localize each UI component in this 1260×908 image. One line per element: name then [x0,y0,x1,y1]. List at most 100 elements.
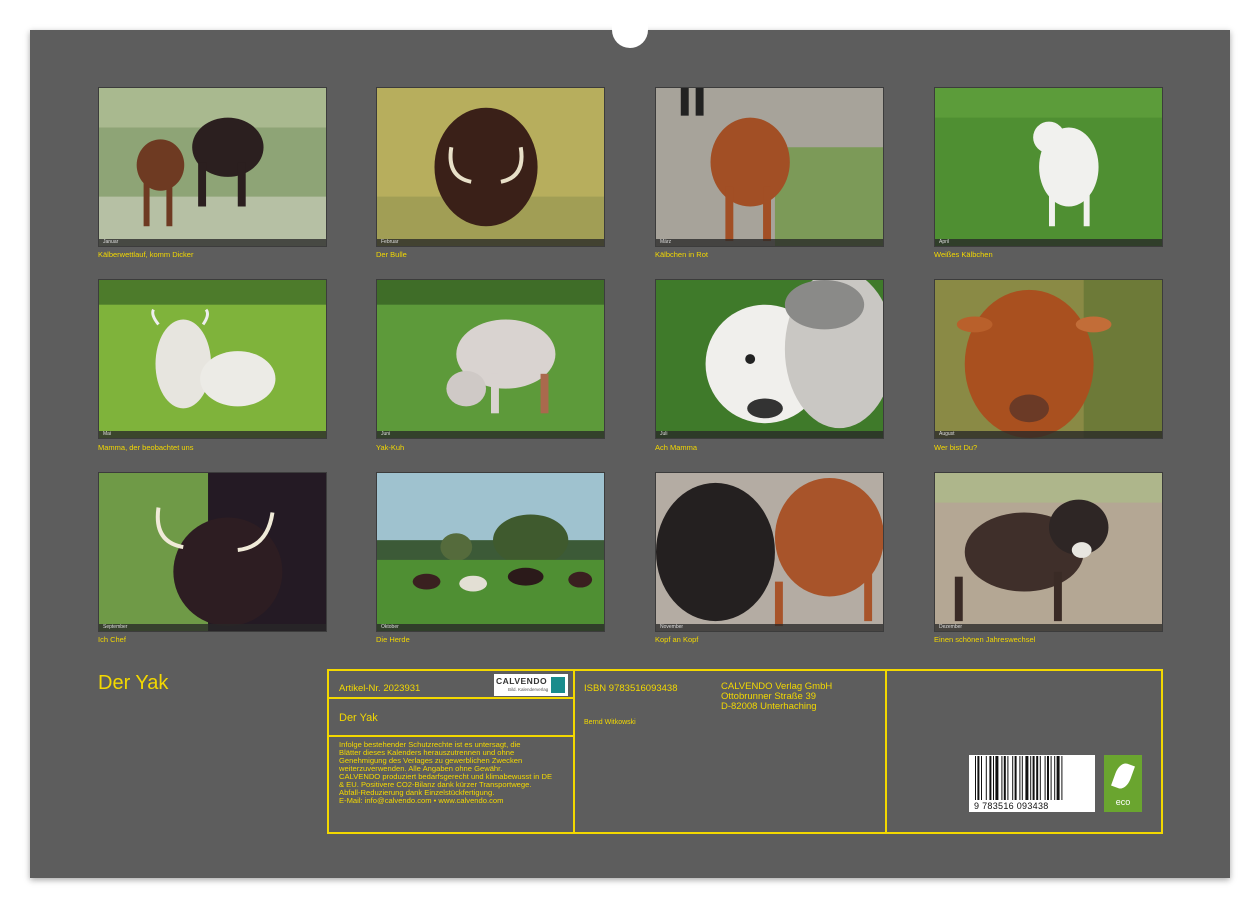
barcode-bar [1045,756,1046,800]
barcode-bar [1047,756,1049,800]
binding-hole [371,5,378,12]
legal-notice: Infolge bestehender Schutzrechte ist es … [339,741,571,805]
binding-hole [566,5,573,12]
binding-hole [664,5,671,12]
caption-may: Mamma, der beobachtet uns [98,443,193,452]
binding-hole [175,5,182,12]
binding-hole [403,5,410,12]
binding-hole [583,5,590,12]
caption-september: Ich Chef [98,635,126,644]
binding-hole [974,5,981,12]
month-label: Januar [103,239,118,246]
author: Bernd Witkowski [584,719,636,726]
month-label: Februar [381,239,399,246]
logo-text: CALVENDO [496,676,547,686]
binding-hole [338,5,345,12]
binding-hole [729,5,736,12]
photo-december: Dezember [934,472,1163,632]
binding-hole [1120,5,1127,12]
binding-hole [892,5,899,12]
caption-november: Kopf an Kopf [655,635,698,644]
barcode-bar [977,756,979,800]
calendar-title: Der Yak [98,672,168,695]
binding-hole [746,5,753,12]
calvendo-logo: CALVENDO Bild. Kalenderverlag [494,674,568,696]
binding-hole [876,5,883,12]
binding-hole [1104,5,1111,12]
month-label: März [660,239,671,246]
month-label: April [939,239,949,246]
binding-hole [387,5,394,12]
binding-hole [420,5,427,12]
binding-hole [517,5,524,12]
binding-hole [501,5,508,12]
binding-hole [1039,5,1046,12]
binding-hole [827,5,834,12]
month-label: August [939,431,955,438]
binding-hole [925,5,932,12]
binding-hole [941,5,948,12]
binding-hole [794,5,801,12]
barcode-bar [1030,756,1031,800]
binding-hole [697,5,704,12]
barcode-bar [1057,756,1060,800]
binding-hole [1072,5,1079,12]
photo-january: Januar [98,87,327,247]
barcode-bar [995,756,998,800]
binding-hole [778,5,785,12]
binding-hole [61,5,68,12]
month-label: Juli [660,431,668,438]
product-title: Der Yak [339,712,378,724]
photo-october: Oktober [376,472,605,632]
binding-hole [94,5,101,12]
month-label: Oktober [381,624,399,631]
barcode-bar [989,756,991,800]
binding-hole [452,5,459,12]
binding-hole [224,5,231,12]
month-label: November [660,624,683,631]
photo-september: September [98,472,327,632]
article-number: Artikel-Nr. 2023931 [339,683,420,694]
month-label: Dezember [939,624,962,631]
isbn: ISBN 9783516093438 [584,683,678,694]
barcode-bar [1061,756,1062,800]
barcode-bar [1051,756,1052,800]
photo-february: Februar [376,87,605,247]
binding-hole [159,5,166,12]
caption-june: Yak-Kuh [376,443,404,452]
barcode-bar [1054,756,1055,800]
barcode-bar [1036,756,1038,800]
barcode-bar [986,756,987,800]
binding-hole [257,5,264,12]
binding-hole [1023,5,1030,12]
barcode: 9 783516 093438 [969,755,1095,812]
binding-hole [860,5,867,12]
binding-hole [1218,5,1225,12]
binding-hole [322,5,329,12]
binding-hole [208,5,215,12]
photo-august: August [934,279,1163,439]
binding-hole [990,5,997,12]
binding-hole [273,5,280,12]
month-label: Juni [381,431,390,438]
binding-hole [713,5,720,12]
leaf-icon [1111,761,1135,791]
binding-hole [77,5,84,12]
month-label: Mai [103,431,111,438]
photo-november: November [655,472,884,632]
binding-hole [1169,5,1176,12]
barcode-bar [1004,756,1006,800]
caption-april: Weißes Kälbchen [934,250,993,259]
caption-july: Ach Mamma [655,443,697,452]
barcode-bars [969,756,1095,802]
binding-hole [550,5,557,12]
barcode-bar [1022,756,1023,800]
photo-april: April [934,87,1163,247]
binding-hole [811,5,818,12]
binding-hole [1137,5,1144,12]
logo-subtext: Bild. Kalenderverlag [508,687,548,692]
photo-june: Juni [376,279,605,439]
binding-hole [762,5,769,12]
publisher-address: CALVENDO Verlag GmbH Ottobrunner Straße … [721,682,832,712]
barcode-bar [1015,756,1017,800]
